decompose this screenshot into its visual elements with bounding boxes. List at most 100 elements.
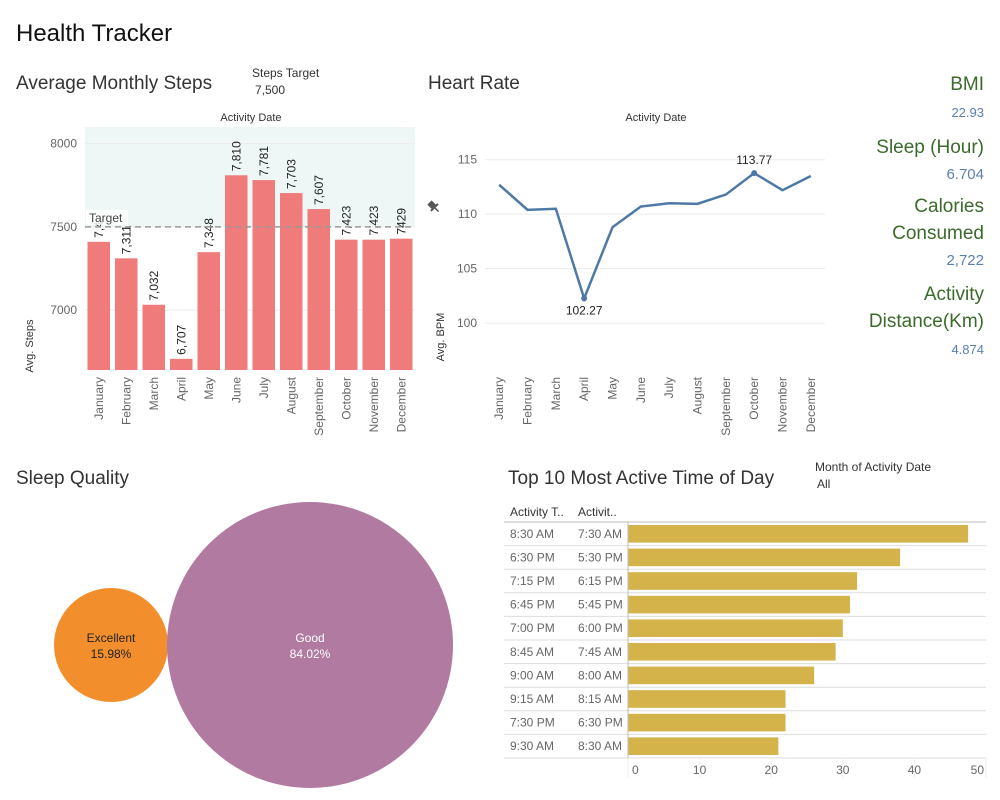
heart-chart: Activity Date Avg. BPM 100 105 110 115 Janua…: [426, 112, 825, 436]
pin-icon[interactable]: [426, 199, 442, 215]
steps-bar[interactable]: [225, 175, 248, 370]
heart-y-tick: 110: [458, 207, 477, 221]
steps-bar[interactable]: [362, 239, 386, 370]
steps-x-tick: January: [92, 377, 106, 420]
month-filter-label: Month of Activity Date: [815, 460, 932, 474]
kpi-distance-value: 4.874: [951, 341, 984, 357]
active-time-cell: 6:45 PM: [510, 598, 555, 612]
steps-bar[interactable]: [115, 258, 138, 370]
active-bar[interactable]: [628, 713, 786, 732]
active-bar[interactable]: [628, 737, 779, 755]
steps-x-tick: March: [147, 377, 161, 410]
kpi-distance-label-2: Distance(Km): [868, 310, 984, 332]
active-time-cell: 6:30 PM: [510, 550, 555, 564]
steps-bar[interactable]: [197, 252, 221, 370]
steps-y-tick: 7000: [50, 303, 77, 317]
steps-data-label: 7,703: [284, 159, 298, 189]
kpi-distance: Activity Distance(Km) 4.874: [814, 282, 984, 357]
heart-y-tick: 115: [458, 153, 477, 167]
heart-y-tick: 105: [457, 262, 477, 276]
target-band: [85, 127, 415, 227]
kpi-sleep-value: 6.704: [946, 165, 984, 183]
active-time-cell-2: 8:00 AM: [578, 668, 622, 682]
steps-bar[interactable]: [335, 239, 358, 370]
month-filter-value[interactable]: All: [817, 477, 830, 491]
steps-bar[interactable]: [390, 238, 413, 370]
heart-x-tick: November: [776, 377, 790, 432]
active-bar[interactable]: [628, 595, 850, 614]
steps-x-tick: September: [312, 377, 326, 436]
active-time-cell-2: 7:30 AM: [578, 527, 622, 541]
heart-x-tick: August: [691, 376, 705, 414]
target-line-label: Target: [89, 211, 123, 225]
steps-target-label: Steps Target: [252, 66, 320, 80]
active-time-cell-2: 5:45 PM: [578, 598, 623, 612]
active-chart-title: Top 10 Most Active Time of Day: [508, 468, 775, 489]
heart-x-tick: December: [804, 377, 818, 432]
steps-bar[interactable]: [307, 209, 331, 370]
steps-data-label: 7,348: [202, 218, 216, 248]
steps-bar[interactable]: [280, 193, 303, 370]
steps-x-tick: April: [174, 377, 188, 401]
active-bar[interactable]: [628, 525, 969, 543]
sleep-bubble-pct: 84.02%: [290, 647, 331, 661]
active-x-tick: 30: [836, 763, 850, 777]
active-x-tick: 0: [632, 763, 639, 777]
steps-bar[interactable]: [87, 241, 111, 370]
active-bar[interactable]: [628, 572, 858, 590]
heart-point-label: 113.77: [736, 153, 772, 167]
steps-x-tick: July: [257, 377, 271, 398]
active-x-tick: 10: [693, 763, 707, 777]
kpi-calories-label-2: Consumed: [892, 222, 984, 244]
kpi-sleep-label: Sleep (Hour): [876, 136, 984, 158]
active-time-cell: 8:45 AM: [510, 645, 554, 659]
sleep-bubble-label: Excellent: [87, 631, 136, 645]
heart-point[interactable]: [581, 295, 588, 302]
kpi-bmi-value: 22.93: [951, 104, 984, 120]
active-time-cell-2: 7:45 AM: [578, 645, 622, 659]
kpi-panel: BMI 22.93 Sleep (Hour) 6.704 Calories Co…: [814, 72, 984, 357]
active-time-cell-2: 6:30 PM: [578, 716, 623, 730]
active-bar[interactable]: [628, 619, 843, 637]
steps-data-label: 7,781: [257, 146, 271, 176]
heart-x-tick: October: [747, 377, 761, 420]
sleep-bubble-pct: 15.98%: [91, 647, 132, 661]
heart-x-tick: March: [549, 377, 563, 410]
steps-data-label: 7,423: [339, 205, 353, 235]
heart-x-tick: April: [577, 377, 591, 401]
active-x-tick: 20: [765, 763, 779, 777]
steps-target-value: 7,500: [255, 83, 286, 97]
active-bar[interactable]: [628, 643, 836, 661]
steps-data-label: 7,032: [147, 270, 161, 300]
active-bar[interactable]: [628, 548, 901, 567]
kpi-distance-label-1: Activity: [923, 283, 984, 305]
heart-x-tick: January: [492, 377, 506, 420]
sleep-bubble-good[interactable]: [167, 502, 453, 788]
heart-point-label: 102.27: [566, 303, 603, 317]
active-time-cell: 9:30 AM: [510, 739, 554, 753]
kpi-bmi-label: BMI: [950, 74, 984, 95]
active-time-cell-2: 8:15 AM: [578, 692, 622, 706]
steps-header: Activity Date: [220, 112, 281, 124]
kpi-calories: Calories Consumed 2,722: [814, 194, 984, 269]
steps-bar[interactable]: [142, 304, 166, 370]
page-title: Health Tracker: [16, 20, 173, 47]
sleep-bubble-label: Good: [295, 631, 324, 645]
active-bar[interactable]: [628, 666, 815, 685]
active-bar[interactable]: [628, 690, 786, 708]
heart-chart-title: Heart Rate: [428, 73, 520, 94]
steps-data-label: 6,707: [174, 324, 188, 354]
heart-line[interactable]: [498, 171, 812, 303]
heart-point[interactable]: [751, 170, 758, 177]
steps-data-label: 7,810: [229, 141, 243, 171]
heart-x-tick: September: [719, 377, 733, 436]
sleep-bubble-excellent[interactable]: [54, 588, 168, 702]
kpi-sleep: Sleep (Hour) 6.704: [814, 135, 984, 183]
active-time-cell-2: 5:30 PM: [578, 550, 623, 564]
active-col1-header[interactable]: Activity T..: [510, 505, 564, 519]
steps-data-label: 7429: [394, 208, 408, 235]
active-col2-header[interactable]: Activit..: [578, 505, 617, 519]
steps-bar[interactable]: [170, 358, 193, 370]
steps-bar[interactable]: [252, 180, 276, 370]
active-time-cell: 7:00 PM: [510, 621, 555, 635]
